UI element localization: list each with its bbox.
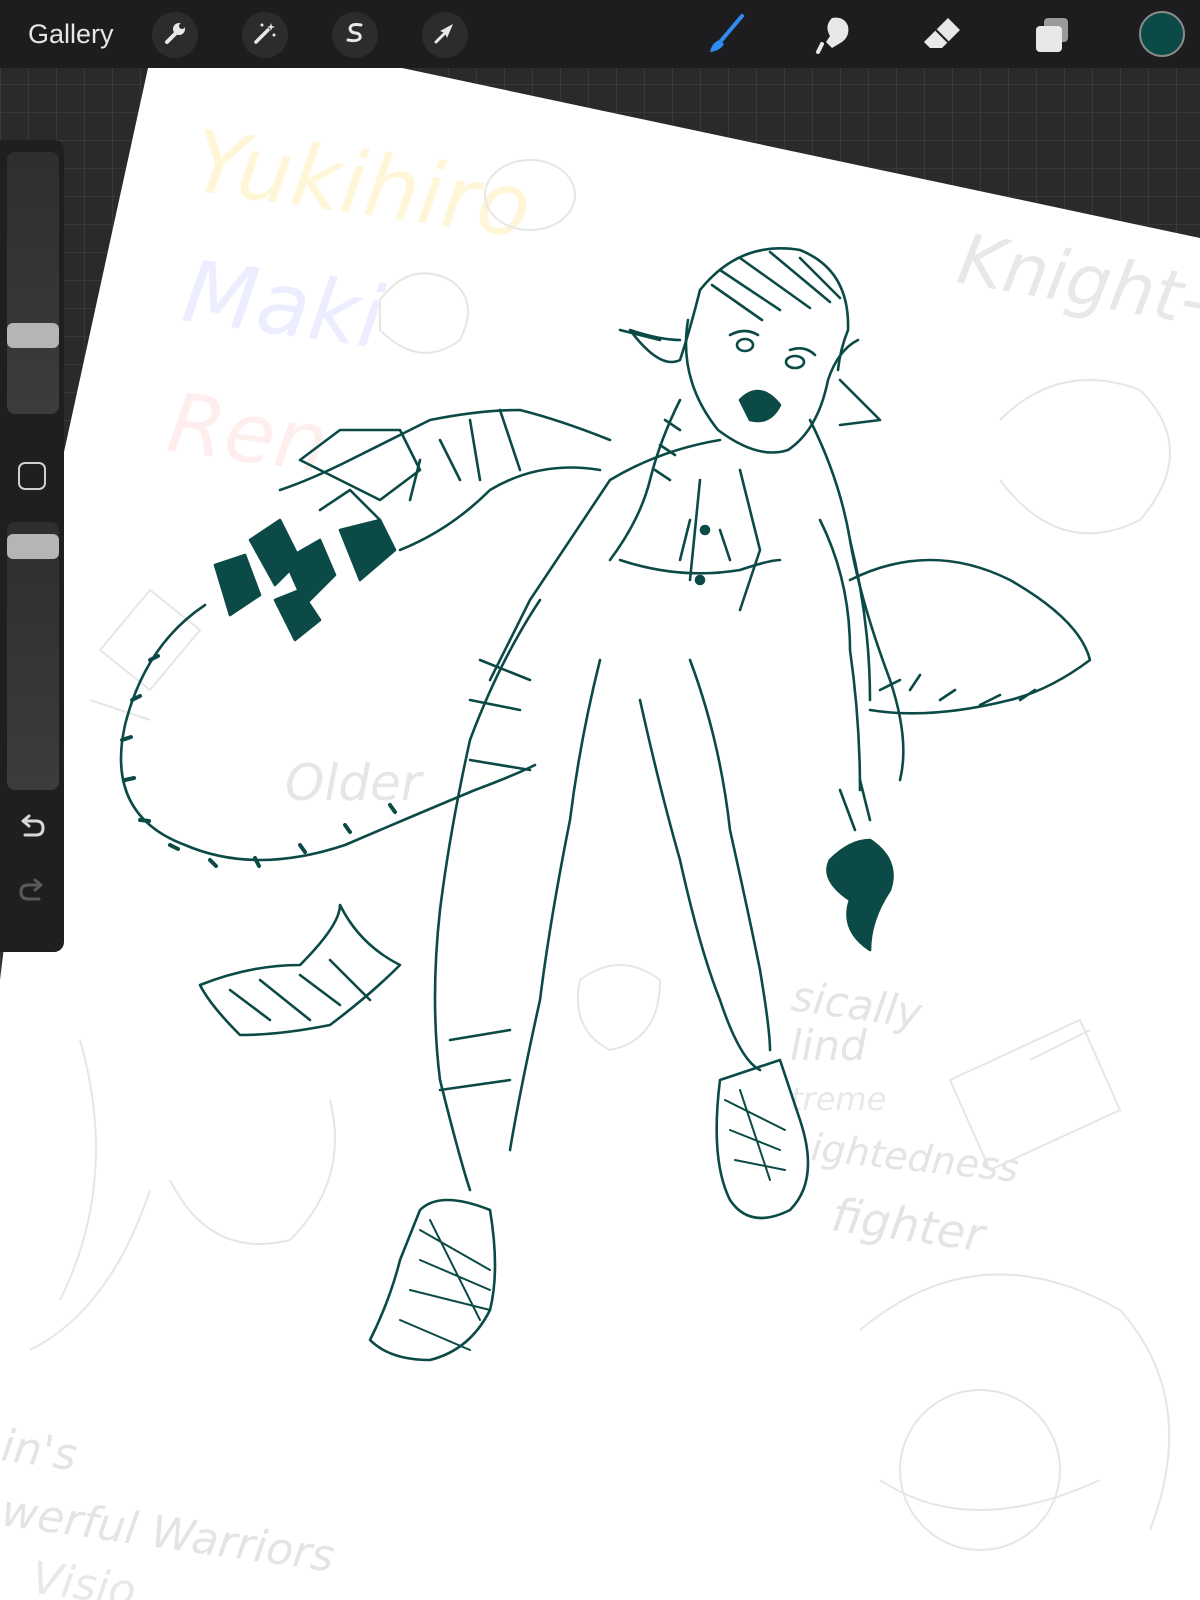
arrow-cursor-icon: [432, 20, 458, 51]
brush-opacity-slider[interactable]: [7, 522, 59, 790]
selection-button[interactable]: [332, 12, 378, 58]
square-modify-icon[interactable]: [18, 462, 46, 490]
redo-button[interactable]: [13, 872, 51, 910]
note-bottom-1: in's: [0, 1420, 80, 1481]
transform-button[interactable]: [422, 12, 468, 58]
smudge-finger-icon: [812, 12, 856, 61]
brush-icon: [704, 12, 748, 61]
note-blind-3: treme: [790, 1080, 886, 1118]
selection-s-icon: [342, 20, 368, 51]
color-picker-button[interactable]: [1139, 11, 1185, 57]
layers-icon: [1030, 12, 1074, 61]
adjustments-button[interactable]: [242, 12, 288, 58]
brush-tool-button[interactable]: [704, 12, 748, 61]
wrench-icon: [162, 20, 188, 51]
layers-button[interactable]: [1030, 14, 1074, 58]
top-toolbar: Gallery: [0, 0, 1200, 68]
left-sidebar: [0, 140, 64, 952]
brush-size-slider[interactable]: [7, 152, 59, 414]
gallery-button[interactable]: Gallery: [28, 18, 114, 50]
redo-icon: [17, 874, 47, 909]
undo-button[interactable]: [13, 808, 51, 846]
note-blind-2: lind: [790, 1021, 867, 1070]
undo-icon: [17, 810, 47, 845]
magic-wand-icon: [252, 20, 278, 51]
brush-size-handle[interactable]: [7, 323, 59, 348]
actions-button[interactable]: [152, 12, 198, 58]
note-older: Older: [285, 754, 425, 812]
drawing-canvas[interactable]: Yukihiro Maki Ren Knight-i Older sically…: [0, 0, 1200, 1600]
smudge-tool-button[interactable]: [812, 14, 856, 58]
eraser-icon: [920, 12, 964, 61]
brush-opacity-handle[interactable]: [7, 534, 59, 559]
eraser-tool-button[interactable]: [920, 14, 964, 58]
